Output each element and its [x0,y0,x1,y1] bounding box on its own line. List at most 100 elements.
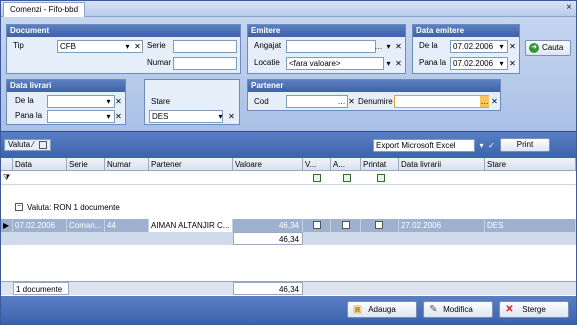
collapse-icon[interactable]: − [15,203,23,211]
livrare-dela-label: De la [15,96,34,105]
clear-icon[interactable]: ✕ [347,96,356,107]
dela-label: De la [419,41,438,50]
title-bar: Comenzi - Fifo-bbd × [1,1,576,17]
numar-field[interactable] [173,57,237,70]
serie-field[interactable] [173,40,237,53]
col-data[interactable]: Data [13,158,67,171]
col-a[interactable]: A... [331,158,361,171]
chevron-down-icon[interactable]: ▾ [216,111,225,122]
panala-label: Pana la [419,58,447,67]
numar-label: Numar [147,58,172,67]
main-window: Comenzi - Fifo-bbd × Document Tip CFB ▾ … [0,0,577,325]
locatie-label: Locatie [254,58,280,67]
cod-label: Cod [254,97,269,106]
chevron-down-icon[interactable]: ▾ [104,111,113,122]
cell-serie: Coman... [67,219,105,232]
cauta-label: Cauta [542,43,564,52]
col-stare[interactable]: Stare [485,158,576,171]
export-value: Export Microsoft Excel [376,141,456,150]
ellipsis-icon[interactable]: … [374,41,383,52]
grid-header: Data Serie Numar Partener Valoare V... A… [1,158,576,171]
cell-valoare: 46,34 [233,219,303,232]
sterge-button[interactable]: ✕ Sterge [499,301,569,318]
ellipsis-icon[interactable]: … [337,96,346,107]
clear-icon[interactable]: ✕ [394,41,403,52]
filter-printat-checkbox[interactable] [377,174,385,182]
table-row[interactable]: ▶ 07.02.2006 Coman... 44 AIMAN ALTANJIR … [1,219,576,232]
clear-icon[interactable]: ✕ [114,96,123,107]
filter-row: ⧩ [1,172,576,185]
group-chip-valuta[interactable]: Valuta ⁄ [4,139,51,151]
pencil-icon: ✎ [429,304,438,315]
group-sum: 46,34 [233,232,303,245]
filter-icon[interactable]: ⧩ [3,173,10,183]
locatie-field[interactable]: <fara valoare> [286,57,384,70]
a-checkbox[interactable] [342,221,350,229]
document-group: Document Tip CFB ▾ ✕ Serie Numar [6,24,241,74]
clear-icon[interactable]: ✕ [114,111,123,122]
chevron-down-icon[interactable]: ▾ [497,41,506,52]
chevron-down-icon[interactable]: ▾ [104,96,113,107]
chevron-down-icon[interactable]: ▾ [384,58,393,69]
footer-sum: 46,34 [233,282,303,295]
col-partener[interactable]: Partener [149,158,233,171]
filter-a-checkbox[interactable] [343,174,351,182]
export-select[interactable]: Export Microsoft Excel [373,139,475,152]
filter-pane: Document Tip CFB ▾ ✕ Serie Numar Emitere… [1,17,576,131]
chevron-down-icon[interactable]: ▾ [497,58,506,69]
stare-field[interactable]: DES [149,110,223,123]
livrare-panala-label: Pana la [15,111,43,120]
modifica-button[interactable]: ✎ Modifica [423,301,493,318]
v-checkbox[interactable] [313,221,321,229]
data-emitere-header: Data emitere [413,25,519,37]
cell-numar: 44 [105,219,149,232]
clear-icon[interactable]: ✕ [508,41,517,52]
emitere-dela-value: 07.02.2006 [453,42,494,51]
chevron-down-icon[interactable]: ▾ [477,140,486,151]
cell-data: 07.02.2006 [13,219,67,232]
cell-stare: DES [485,219,576,232]
close-icon[interactable]: × [566,2,572,13]
data-livrare-group: Data livrari De la ▾ ✕ Pana la ▾ ✕ [6,79,126,125]
chevron-down-icon[interactable]: ▾ [123,41,132,52]
footer-count: 1 documente [13,282,69,295]
grid-footer: 1 documente 46,34 [1,281,576,295]
chevron-down-icon[interactable]: ▾ [384,41,393,52]
print-label: Print [516,140,534,149]
emitere-group: Emitere Angajat … ▾ ✕ Locatie <fara valo… [247,24,406,74]
check-icon[interactable]: ✓ [487,140,496,151]
col-printat[interactable]: Printat [361,158,399,171]
stare-label: Stare [151,97,171,106]
ellipsis-icon[interactable]: … [480,96,489,107]
printat-checkbox[interactable] [375,221,383,229]
clear-icon[interactable]: ✕ [394,58,403,69]
adauga-button[interactable]: ▣ Adauga [347,301,417,318]
col-valoare[interactable]: Valoare [233,158,303,171]
tab-comenzi[interactable]: Comenzi - Fifo-bbd [3,2,86,17]
col-data-livrarii[interactable]: Data livrarii [399,158,485,171]
filter-v-checkbox[interactable] [313,174,321,182]
data-livrare-header: Data livrari [7,80,125,92]
stare-group: Stare DES ▾ ✕ [144,79,240,125]
sort-icon[interactable] [38,140,47,149]
clear-icon[interactable]: ✕ [508,58,517,69]
sterge-label: Sterge [522,305,546,314]
tip-label: Tip [13,41,24,50]
locatie-value: <fara valoare> [289,59,341,68]
clear-icon[interactable]: ✕ [490,96,499,107]
col-serie[interactable]: Serie [67,158,105,171]
group-summary-row: 46,34 [1,232,576,245]
clear-icon[interactable]: ✕ [133,41,142,52]
col-v[interactable]: V... [303,158,331,171]
col-numar[interactable]: Numar [105,158,149,171]
row-indicator-icon: ▶ [1,219,13,232]
stare-value: DES [152,112,169,121]
cauta-button[interactable]: ➜ Cauta [525,40,571,56]
arrow-right-icon: ➜ [529,43,539,53]
cell-printat [361,219,399,232]
print-button[interactable]: Print [500,138,550,152]
clear-icon[interactable]: ✕ [227,111,236,122]
tip-value: CFB [60,42,76,51]
denumire-field[interactable] [394,95,489,108]
angajat-field[interactable] [286,40,376,53]
